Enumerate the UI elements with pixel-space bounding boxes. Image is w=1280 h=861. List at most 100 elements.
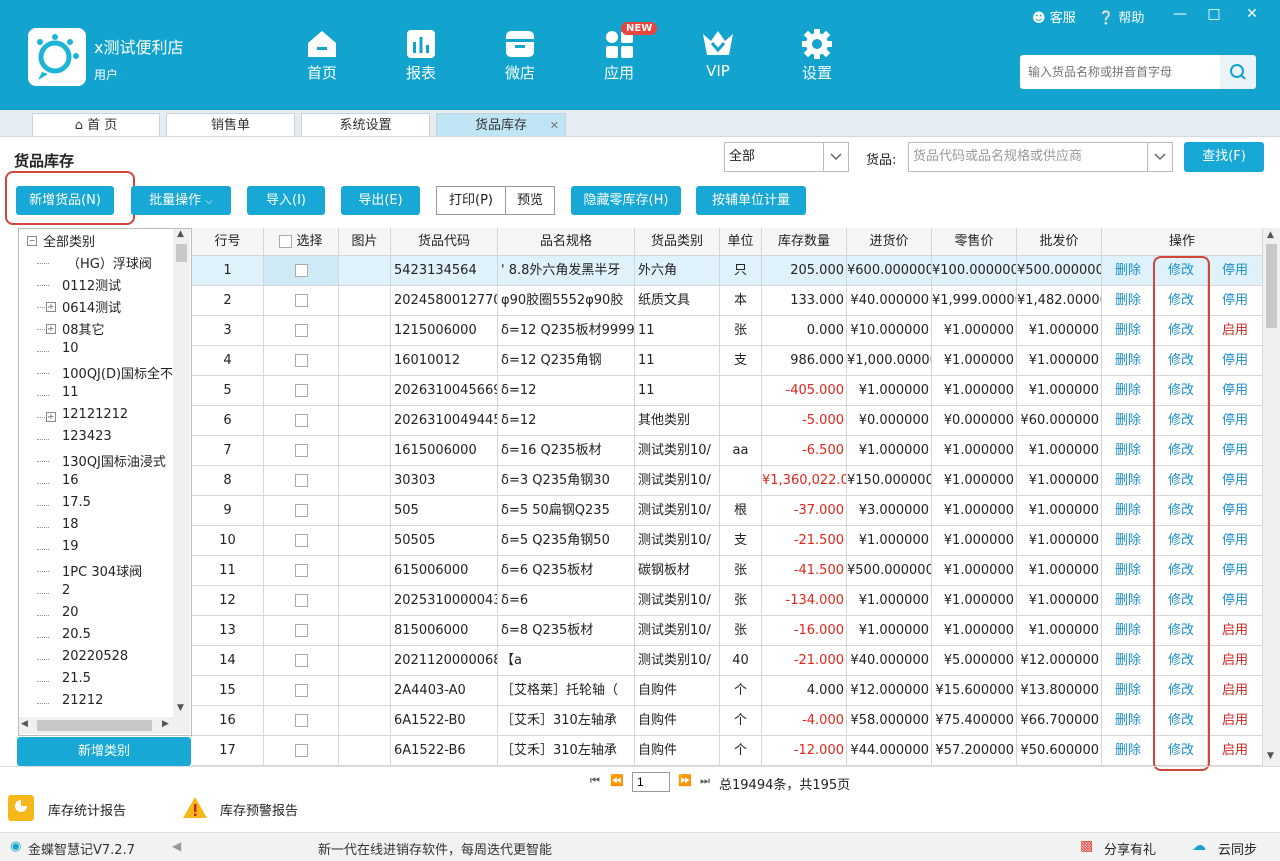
export-button[interactable]: 导出(E) — [341, 186, 420, 215]
scroll-down-icon[interactable]: ▼ — [1267, 751, 1274, 761]
tab-sales[interactable]: 销售单 — [166, 113, 295, 136]
tree-expand-icon[interactable]: + — [46, 324, 56, 334]
close-button[interactable]: ✕ — [1244, 6, 1260, 22]
tree-vertical-scrollbar[interactable]: ▲ ▼ — [173, 229, 190, 717]
row-checkbox[interactable] — [294, 714, 308, 727]
select-all-checkbox[interactable] — [279, 235, 293, 248]
speaker-icon[interactable]: ◀ — [172, 839, 181, 853]
row-checkbox[interactable] — [294, 684, 308, 697]
prev-page-icon[interactable]: ⏪ — [610, 774, 624, 787]
tree-item[interactable]: 20 — [62, 605, 79, 620]
row-checkbox[interactable] — [294, 594, 308, 607]
scroll-up-icon[interactable]: ▲ — [1267, 230, 1274, 240]
tree-item[interactable]: 130QJ国标油浸式 — [62, 451, 166, 470]
row-checkbox[interactable] — [294, 534, 308, 547]
column-header[interactable]: 操作 — [1102, 228, 1263, 256]
add-category-button[interactable]: 新增类别 — [17, 737, 191, 766]
tree-item[interactable]: 16 — [62, 473, 79, 488]
toggle-status-link[interactable]: 停用 — [1208, 436, 1263, 466]
delete-link[interactable]: 删除 — [1102, 556, 1155, 586]
column-header[interactable]: 品名规格 — [498, 228, 635, 256]
column-header[interactable]: 图片 — [339, 228, 391, 256]
stock-warning-report-link[interactable]: 库存预警报告 — [220, 800, 298, 819]
toggle-status-link[interactable]: 启用 — [1208, 646, 1263, 676]
last-page-icon[interactable]: ⏭ — [700, 774, 710, 788]
toggle-status-link[interactable]: 停用 — [1208, 556, 1263, 586]
tree-item[interactable]: 18 — [62, 517, 79, 532]
row-checkbox[interactable] — [294, 444, 308, 457]
table-vertical-scrollbar[interactable]: ▲ ▼ — [1263, 228, 1280, 766]
row-checkbox[interactable] — [294, 744, 308, 757]
hide-zero-stock-button[interactable]: 隐藏零库存(H) — [571, 186, 681, 215]
minimize-button[interactable]: — — [1172, 6, 1188, 22]
tree-collapse-icon[interactable]: − — [27, 236, 37, 246]
tree-h-scroll-thumb[interactable] — [37, 720, 152, 731]
tree-expand-icon[interactable]: + — [46, 302, 56, 312]
toggle-status-link[interactable]: 停用 — [1208, 376, 1263, 406]
row-checkbox[interactable] — [294, 294, 308, 307]
row-checkbox[interactable] — [294, 264, 308, 277]
column-header[interactable]: 货品类别 — [635, 228, 720, 256]
tree-item[interactable]: 08其它 — [62, 319, 105, 338]
delete-link[interactable]: 删除 — [1102, 526, 1155, 556]
column-header[interactable]: 零售价 — [932, 228, 1017, 256]
tab-inventory[interactable]: 货品库存 ✕ — [436, 113, 566, 136]
toggle-status-link[interactable]: 启用 — [1208, 736, 1263, 766]
scroll-left-icon[interactable]: ◀ — [21, 719, 28, 729]
delete-link[interactable]: 删除 — [1102, 646, 1155, 676]
nav-settings[interactable]: 设置 — [782, 28, 852, 88]
stock-stat-report-link[interactable]: 库存统计报告 — [48, 800, 126, 819]
nav-home[interactable]: 首页 — [287, 28, 357, 88]
tree-horizontal-scrollbar[interactable]: ◀ ▶ — [19, 717, 190, 734]
nav-vip[interactable]: VIP — [683, 28, 753, 88]
toggle-status-link[interactable]: 启用 — [1208, 316, 1263, 346]
row-checkbox[interactable] — [294, 324, 308, 337]
scroll-right-icon[interactable]: ▶ — [162, 719, 169, 729]
tree-item[interactable]: 11 — [62, 385, 79, 400]
nav-apps[interactable]: 应用 — [584, 28, 654, 88]
column-header[interactable]: 库存数量 — [762, 228, 847, 256]
row-checkbox[interactable] — [294, 654, 308, 667]
cloud-sync-link[interactable]: 云同步 — [1218, 839, 1257, 858]
row-checkbox[interactable] — [294, 564, 308, 577]
batch-operation-button[interactable]: 批量操作 ⌵ — [131, 186, 231, 215]
delete-link[interactable]: 删除 — [1102, 466, 1155, 496]
share-reward-link[interactable]: 分享有礼 — [1104, 839, 1156, 858]
toggle-status-link[interactable]: 停用 — [1208, 286, 1263, 316]
delete-link[interactable]: 删除 — [1102, 706, 1155, 736]
tree-item[interactable]: 100QJ(D)国标全不 — [62, 363, 173, 382]
tree-item[interactable]: （HG）浮球阀 — [67, 253, 152, 272]
tree-item[interactable]: 21.5 — [62, 671, 91, 686]
row-checkbox[interactable] — [294, 624, 308, 637]
toggle-status-link[interactable]: 停用 — [1208, 346, 1263, 376]
delete-link[interactable]: 删除 — [1102, 256, 1155, 286]
tree-item[interactable]: 17.5 — [62, 495, 91, 510]
tree-item[interactable]: 12121212 — [62, 407, 128, 422]
import-button[interactable]: 导入(I) — [247, 186, 325, 215]
goods-search-input[interactable]: 货品代码或品名规格或供应商 — [908, 142, 1173, 172]
column-header[interactable]: 批发价 — [1017, 228, 1102, 256]
first-page-icon[interactable]: ⏮ — [590, 774, 600, 788]
tree-item[interactable]: 123423 — [62, 429, 112, 444]
tree-item[interactable]: 21212 — [62, 693, 103, 708]
table-scroll-thumb[interactable] — [1266, 244, 1277, 328]
delete-link[interactable]: 删除 — [1102, 616, 1155, 646]
aux-unit-button[interactable]: 按辅单位计量 — [696, 186, 806, 215]
global-search-input[interactable] — [1020, 55, 1220, 89]
delete-link[interactable]: 删除 — [1102, 736, 1155, 766]
toggle-status-link[interactable]: 停用 — [1208, 406, 1263, 436]
help-link[interactable]: ❔ 帮助 — [1098, 7, 1144, 26]
tree-root[interactable]: 全部类别 — [43, 231, 95, 250]
column-header[interactable]: 货品代码 — [391, 228, 498, 256]
toggle-status-link[interactable]: 停用 — [1208, 466, 1263, 496]
scroll-down-icon[interactable]: ▼ — [177, 703, 184, 713]
delete-link[interactable]: 删除 — [1102, 496, 1155, 526]
global-search-button[interactable] — [1220, 55, 1256, 89]
column-header[interactable]: 进货价 — [847, 228, 932, 256]
delete-link[interactable]: 删除 — [1102, 676, 1155, 706]
row-checkbox[interactable] — [294, 474, 308, 487]
find-button[interactable]: 查找(F) — [1184, 142, 1264, 172]
toggle-status-link[interactable]: 停用 — [1208, 586, 1263, 616]
column-header[interactable]: 选择 — [264, 228, 339, 256]
tab-system-settings[interactable]: 系统设置 — [301, 113, 430, 136]
